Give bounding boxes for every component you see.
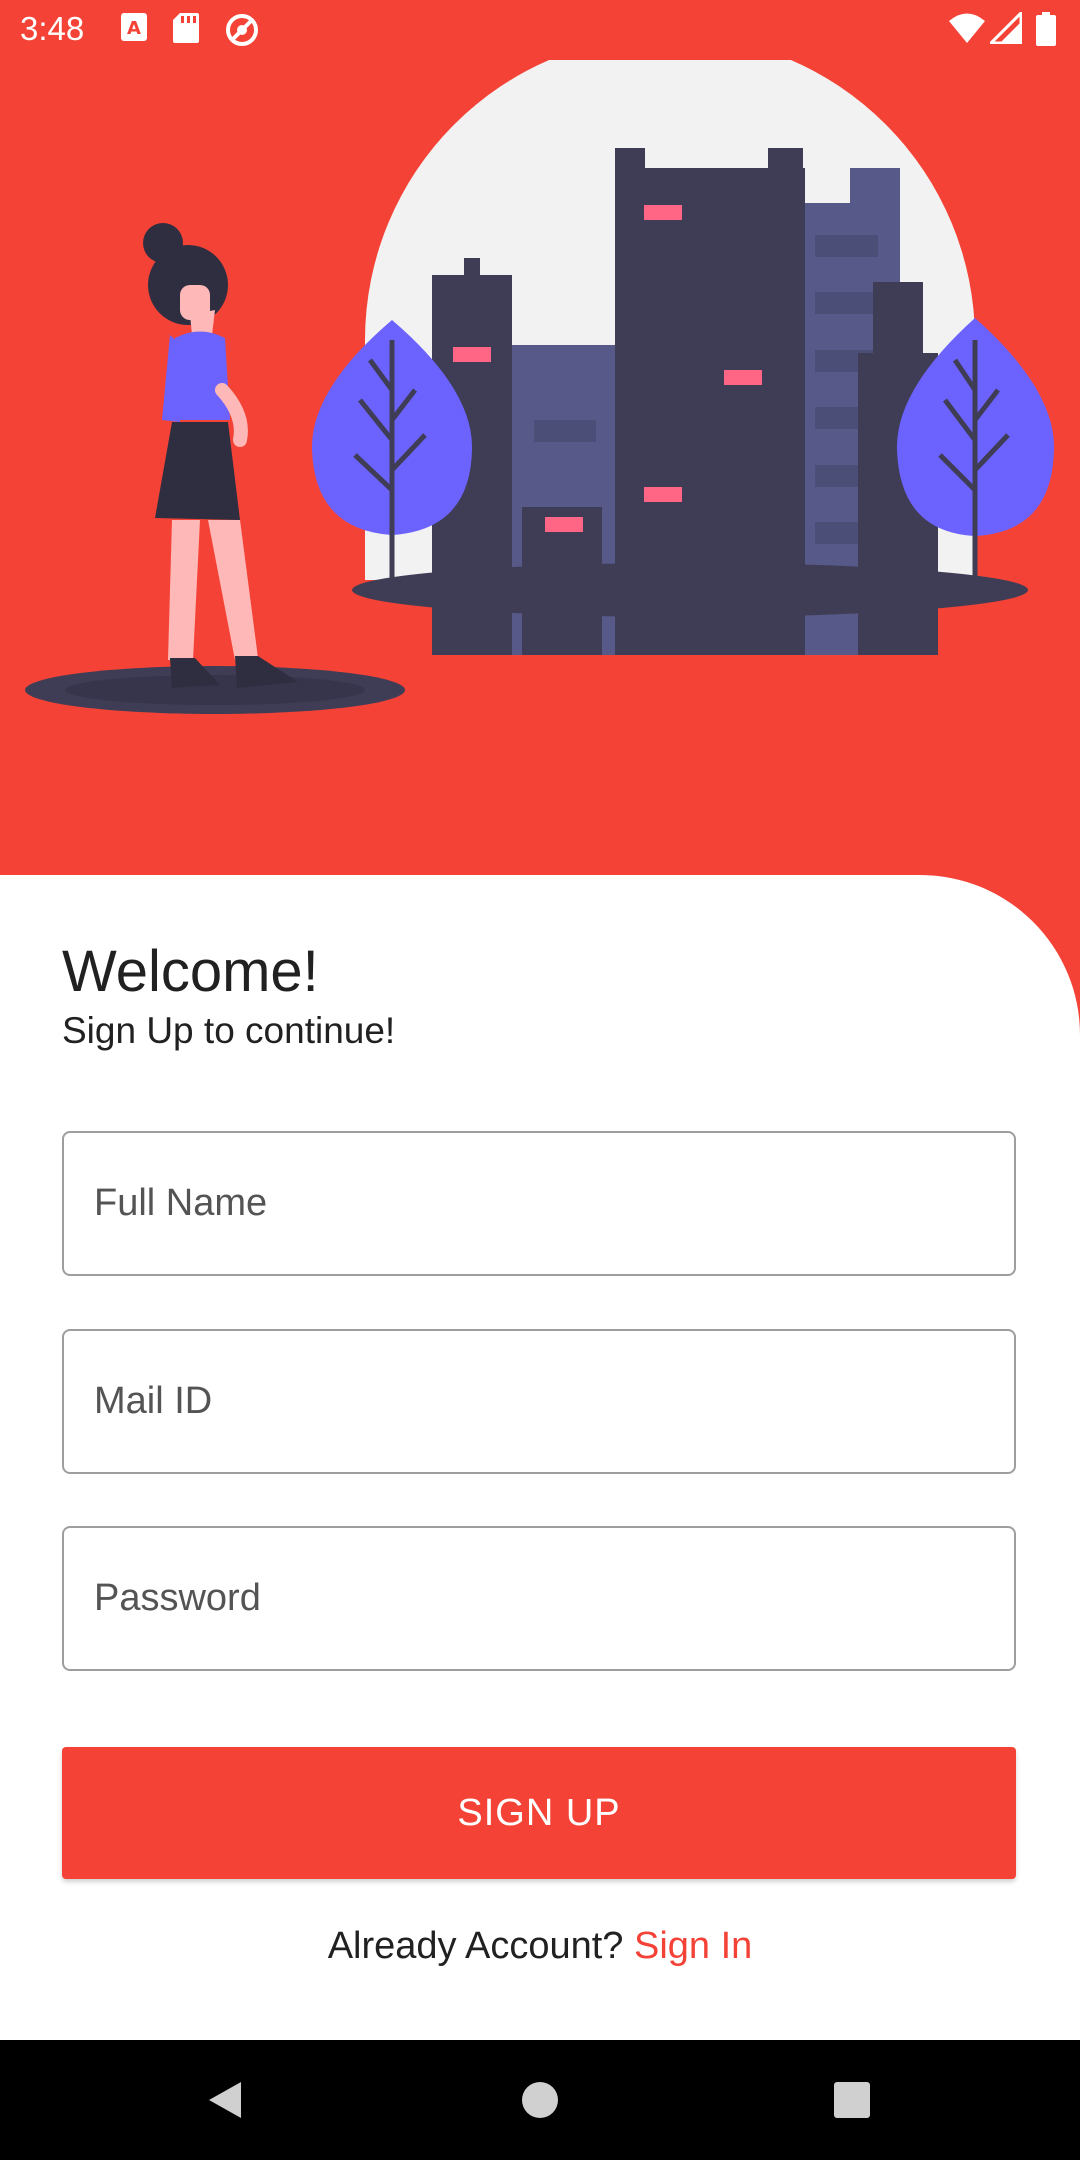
status-bar: 3:48 A [0,0,1080,60]
window [644,205,682,220]
building [850,168,900,208]
recents-icon[interactable] [833,2080,871,2120]
sign-in-row: Already Account? Sign In [0,1925,1080,1968]
building [464,258,480,278]
battery-icon [1036,12,1056,46]
window [724,370,762,385]
page-title: Welcome! [62,939,319,1004]
sign-in-link[interactable]: Sign In [634,1925,752,1967]
ground [352,563,1028,617]
building [873,282,923,357]
no-disturb-icon [226,14,258,46]
sd-card-icon [173,13,199,43]
building [815,235,878,257]
mail-field[interactable] [62,1329,1016,1474]
full-name-field[interactable] [62,1131,1016,1276]
sign-up-button[interactable]: SIGN UP [62,1747,1016,1879]
svg-text:A: A [127,18,141,39]
signal-icon [990,12,1022,44]
password-field[interactable] [62,1526,1016,1671]
woman-skirt [155,422,240,520]
navigation-bar [0,2040,1080,2160]
full-name-input[interactable] [64,1133,1014,1274]
window [644,487,682,502]
building [815,292,878,314]
wifi-icon [949,13,985,43]
mail-input[interactable] [64,1331,1014,1472]
ground [65,675,365,705]
building [768,148,803,178]
woman-leg [168,520,200,660]
password-input[interactable] [64,1528,1014,1669]
back-icon[interactable] [205,2080,245,2120]
window [453,347,491,362]
building [534,420,596,442]
building [535,345,595,405]
a-box-icon: A [121,13,147,41]
page-subtitle: Sign Up to continue! [62,1010,396,1051]
city-woman-illustration [25,60,1055,714]
woman-leg [208,520,258,660]
status-time: 3:48 [20,10,85,47]
sign-in-prompt: Already Account? [327,1925,624,1967]
window [545,517,583,532]
home-icon[interactable] [522,2080,558,2120]
